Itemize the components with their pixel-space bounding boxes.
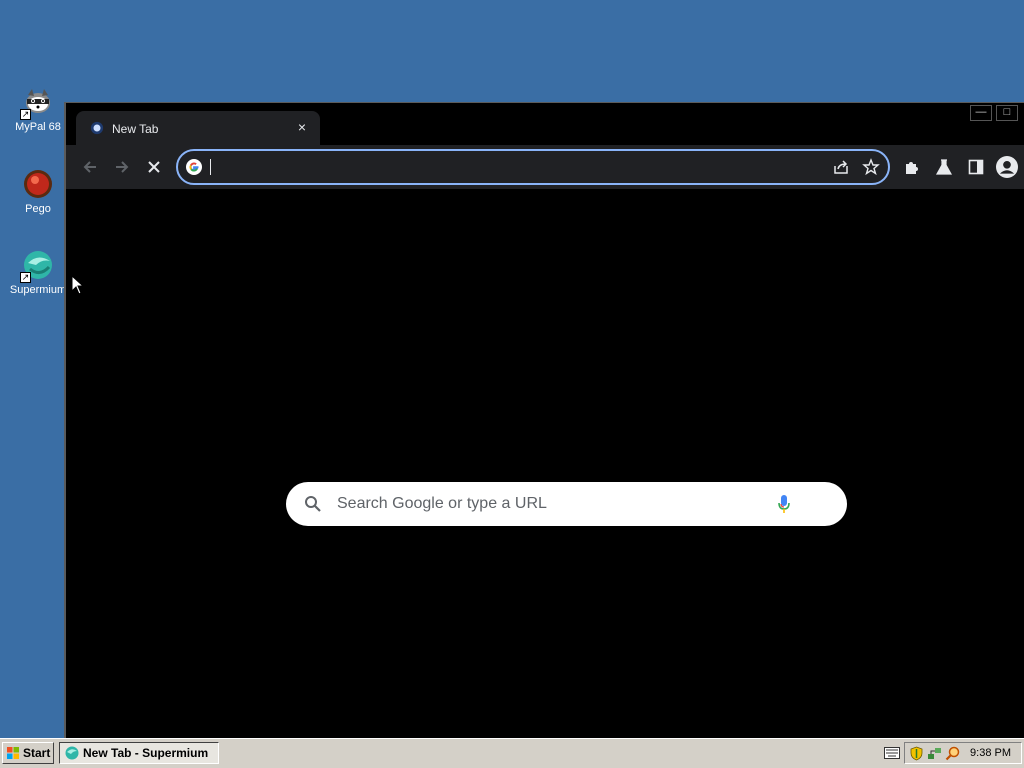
system-tray: 9:38 PM <box>904 742 1022 764</box>
supermium-icon: ↗ <box>20 249 54 283</box>
text-caret <box>210 159 211 175</box>
supermium-icon <box>65 746 79 760</box>
desktop-icon-mypal[interactable]: ↗ MyPal 68 <box>6 86 70 133</box>
supermium-favicon-icon <box>90 121 104 135</box>
forward-button[interactable] <box>110 155 134 179</box>
desktop-icon-pego[interactable]: Pego <box>6 168 70 215</box>
security-shield-icon[interactable] <box>909 746 924 761</box>
tab-title: New Tab <box>112 122 159 136</box>
profile-button[interactable] <box>995 155 1019 179</box>
microphone-icon[interactable] <box>777 494 791 514</box>
windows-flag-icon <box>7 747 19 759</box>
taskbar-item-label: New Tab - Supermium <box>83 746 209 760</box>
desktop-icon-label: MyPal 68 <box>15 121 61 133</box>
start-label: Start <box>23 746 51 760</box>
puzzle-icon <box>906 162 918 174</box>
stop-loading-button[interactable] <box>142 155 166 179</box>
browser-toolbar <box>66 145 1024 189</box>
avatar-icon <box>996 156 1018 178</box>
forward-arrow-icon <box>116 161 129 173</box>
stop-x-icon <box>148 161 160 173</box>
magnifier-tray-icon[interactable] <box>945 746 960 761</box>
side-panel-icon <box>968 159 984 175</box>
labs-button[interactable] <box>932 155 956 179</box>
flask-icon <box>935 159 953 175</box>
desktop-icon-supermium[interactable]: ↗ Supermium <box>6 249 70 296</box>
desktop-icon-label: Pego <box>25 203 51 215</box>
raccoon-icon: ↗ <box>20 86 54 120</box>
tab-new-tab[interactable]: New Tab × <box>76 111 320 145</box>
google-g-icon <box>186 159 202 175</box>
share-button[interactable] <box>832 158 850 176</box>
side-panel-button[interactable] <box>964 155 988 179</box>
address-bar[interactable] <box>176 149 890 185</box>
new-tab-page: Search Google or type a URL <box>66 189 1024 738</box>
start-button[interactable]: Start <box>2 742 54 764</box>
bookmark-button[interactable] <box>862 158 880 176</box>
taskbar: Start New Tab - Supermium 9:38 PM <box>0 738 1024 768</box>
tab-strip: New Tab × — □ <box>66 103 1024 145</box>
share-icon <box>834 160 848 174</box>
back-arrow-icon <box>83 161 96 173</box>
desktop-icon-label: Supermium <box>9 284 67 296</box>
ntp-search-box[interactable]: Search Google or type a URL <box>286 482 847 526</box>
mouse-pointer-icon <box>71 275 83 295</box>
pego-icon <box>22 168 54 200</box>
back-button[interactable] <box>78 155 102 179</box>
minimize-button[interactable]: — <box>970 105 992 121</box>
star-icon <box>862 158 880 176</box>
extensions-button[interactable] <box>900 155 924 179</box>
search-placeholder: Search Google or type a URL <box>337 495 547 512</box>
browser-window: New Tab × — □ Search Google or type a UR… <box>64 102 1024 738</box>
taskbar-item-supermium[interactable]: New Tab - Supermium <box>59 742 219 764</box>
clock[interactable]: 9:38 PM <box>970 747 1011 759</box>
network-icon[interactable] <box>927 746 942 761</box>
search-icon <box>305 496 321 512</box>
tab-close-icon[interactable]: × <box>294 119 310 135</box>
maximize-button[interactable]: □ <box>996 105 1018 121</box>
keyboard-icon[interactable] <box>884 747 900 759</box>
address-input[interactable] <box>208 157 808 177</box>
